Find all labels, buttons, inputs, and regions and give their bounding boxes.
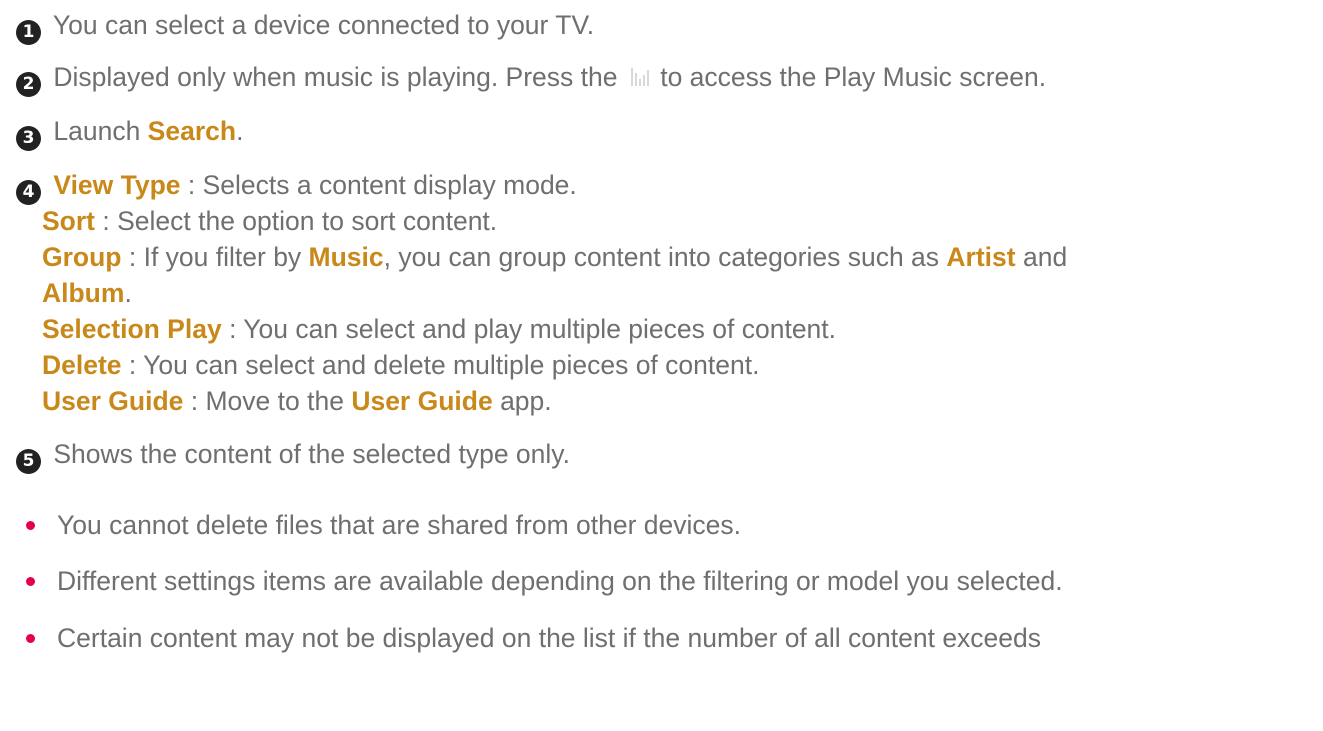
selection-play-term[interactable]: Selection Play <box>42 314 222 344</box>
group-desc-2: , you can group content into categories … <box>383 242 947 272</box>
item-2-text-after: to access the Play Music screen. <box>652 62 1047 92</box>
music-equalizer-icon <box>630 68 649 86</box>
item-5: 5 Shows the content of the selected type… <box>16 436 1317 474</box>
note-2: Different settings items are available d… <box>57 566 1063 596</box>
user-guide-desc-1: : Move to the <box>183 386 352 416</box>
item-1-text: You can select a device connected to you… <box>46 10 595 40</box>
sort-desc: : Select the option to sort content. <box>95 206 498 236</box>
group-line-2: Album. <box>42 275 1317 311</box>
group-desc-3: and <box>1015 242 1068 272</box>
album-term[interactable]: Album <box>42 278 124 308</box>
group-line: Group : If you filter by Music, you can … <box>42 239 1317 275</box>
group-desc-1: : If you filter by <box>121 242 309 272</box>
artist-term[interactable]: Artist <box>946 242 1015 272</box>
number-badge-4: 4 <box>16 180 41 205</box>
item-3: 3 Launch Search. <box>16 113 1317 151</box>
item-2-text-before: Displayed only when music is playing. Pr… <box>46 62 625 92</box>
sort-line: Sort : Select the option to sort content… <box>42 203 1317 239</box>
bullet-dot <box>26 634 35 643</box>
user-guide-term[interactable]: User Guide <box>42 386 183 416</box>
group-term[interactable]: Group <box>42 242 122 272</box>
number-badge-3: 3 <box>16 126 41 151</box>
help-page: 1 You can select a device connected to y… <box>0 0 1323 731</box>
view-type-term[interactable]: View Type <box>53 170 180 200</box>
item-5-text: Shows the content of the selected type o… <box>46 439 570 469</box>
number-badge-5: 5 <box>16 449 41 474</box>
user-guide-line: User Guide : Move to the User Guide app. <box>42 383 1317 419</box>
sort-term[interactable]: Sort <box>42 206 95 236</box>
selection-play-desc: : You can select and play multiple piece… <box>221 314 837 344</box>
number-badge-2: 2 <box>16 72 41 97</box>
item-1: 1 You can select a device connected to y… <box>16 7 1317 45</box>
number-badge-1: 1 <box>16 20 41 45</box>
bullet-dot <box>26 577 35 586</box>
group-desc-4: . <box>124 278 132 308</box>
item-3-pre: Launch <box>46 116 148 146</box>
note-3: Certain content may not be displayed on … <box>57 623 1042 653</box>
view-type-desc: : Selects a content display mode. <box>180 170 577 200</box>
bullet-dot <box>26 521 35 530</box>
item-2: 2 Displayed only when music is playing. … <box>16 59 1317 97</box>
music-term[interactable]: Music <box>309 242 384 272</box>
delete-desc: : You can select and delete multiple pie… <box>121 350 760 380</box>
item-4: 4 View Type : Selects a content display … <box>16 167 1317 205</box>
user-guide-desc-2: app. <box>492 386 552 416</box>
search-link[interactable]: Search <box>148 116 236 146</box>
delete-term[interactable]: Delete <box>42 350 122 380</box>
item-3-post: . <box>236 116 244 146</box>
user-guide-app-link[interactable]: User Guide <box>351 386 492 416</box>
selection-play-line: Selection Play : You can select and play… <box>42 311 1317 347</box>
note-1: You cannot delete files that are shared … <box>57 510 742 540</box>
delete-line: Delete : You can select and delete multi… <box>42 347 1317 383</box>
